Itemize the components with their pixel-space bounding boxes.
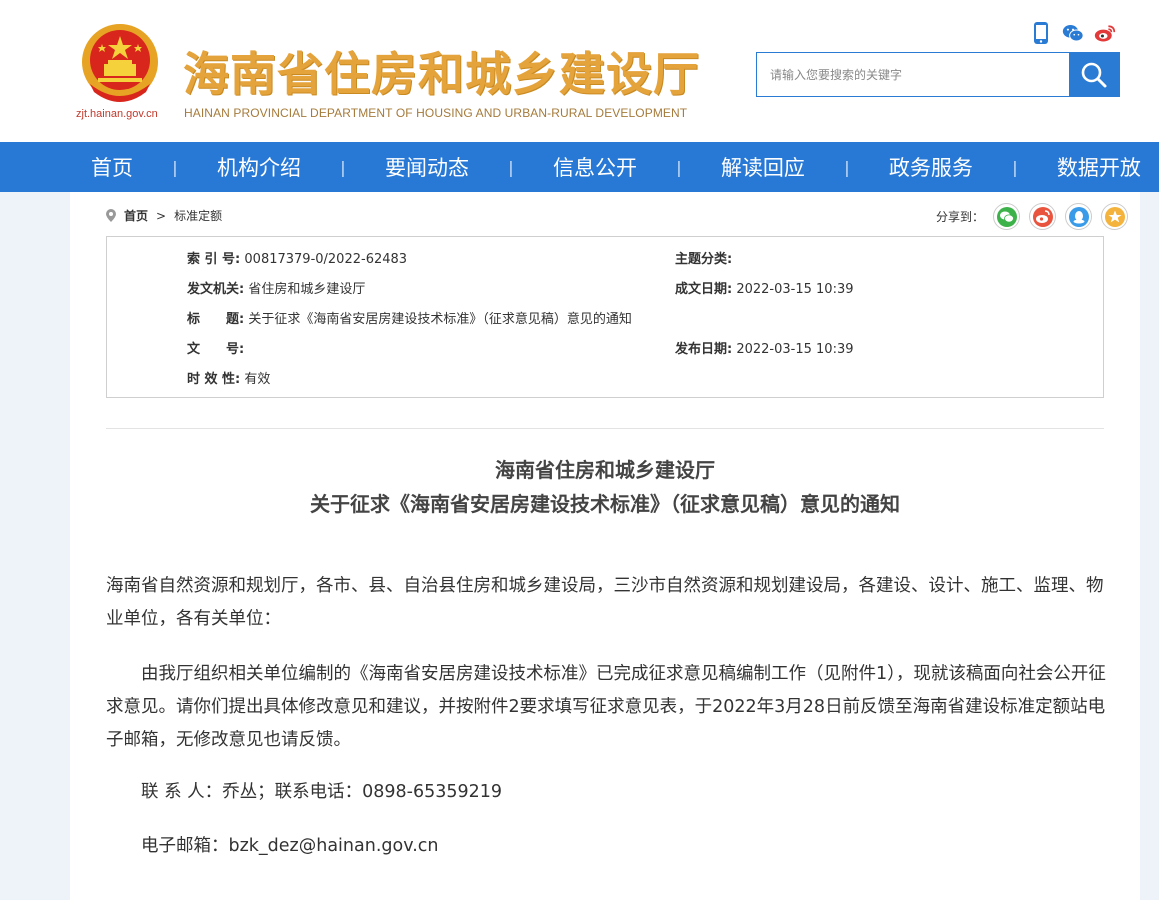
meta-validity-value: 有效 <box>244 372 271 387</box>
nav-item-services[interactable]: 政务服务 <box>889 152 973 182</box>
nav-item-about[interactable]: 机构介绍 <box>217 152 301 182</box>
nav-separator: | <box>508 157 514 177</box>
nav-separator: | <box>172 157 178 177</box>
meta-issuer-value: 省住房和城乡建设厅 <box>248 282 366 297</box>
nav-item-home[interactable]: 首页 <box>91 152 133 182</box>
meta-index: 索 引 号: 00817379-0/2022-62483 <box>187 248 407 267</box>
mobile-icon[interactable] <box>1030 20 1052 46</box>
nav-separator: | <box>676 157 682 177</box>
meta-created-label: 成文日期: <box>675 282 733 297</box>
article-title-issuer: 海南省住房和城乡建设厅 <box>495 458 715 482</box>
meta-title-label: 标 题: <box>187 312 245 327</box>
qq-icon <box>1068 206 1089 227</box>
meta-validity: 时 效 性: 有效 <box>187 368 270 387</box>
breadcrumb-separator: > <box>156 208 167 223</box>
article-title: 关于征求《海南省安居房建设技术标准》（征求意见稿）意见的通知 <box>310 492 900 516</box>
meta-published: 发布日期: 2022-03-15 10:39 <box>675 338 854 357</box>
site-header: zjt.hainan.gov.cn 海南省住房和城乡建设厅 HAINAN PRO… <box>0 0 1159 142</box>
top-icons <box>1030 20 1116 46</box>
meta-published-label: 发布日期: <box>675 342 733 357</box>
search-box <box>756 52 1120 97</box>
breadcrumb: 首页 > 标准定额 <box>106 207 222 224</box>
meta-index-value: 00817379-0/2022-62483 <box>244 252 408 267</box>
meta-title-value: 关于征求《海南省安居房建设技术标准》（征求意见稿）意见的通知 <box>248 312 632 327</box>
nav-item-info-disclosure[interactable]: 信息公开 <box>553 152 637 182</box>
wechat-icon <box>996 206 1017 227</box>
nav-separator: | <box>1012 157 1018 177</box>
share-weibo-button[interactable] <box>1029 203 1056 230</box>
site-logo-title[interactable]: 海南省住房和城乡建设厅 <box>183 38 700 104</box>
weibo-icon[interactable] <box>1094 20 1116 46</box>
search-icon <box>1081 62 1107 87</box>
nav-separator: | <box>844 157 850 177</box>
article-email: 电子邮箱：bzk_dez@hainan.gov.cn <box>141 836 439 856</box>
article-contact: 联 系 人：乔丛；联系电话：0898-65359219 <box>141 782 503 802</box>
meta-title: 标 题: 关于征求《海南省安居房建设技术标准》（征求意见稿）意见的通知 <box>187 308 632 327</box>
site-logo-subtitle: HAINAN PROVINCIAL DEPARTMENT OF HOUSING … <box>184 106 688 120</box>
share-favorite-button[interactable] <box>1101 203 1128 230</box>
search-button[interactable] <box>1069 53 1119 96</box>
favorite-icon <box>1104 206 1125 227</box>
share-qq-button[interactable] <box>1065 203 1092 230</box>
share-wechat-button[interactable] <box>993 203 1020 230</box>
national-emblem-icon <box>82 24 158 102</box>
site-url: zjt.hainan.gov.cn <box>76 108 158 120</box>
meta-created: 成文日期: 2022-03-15 10:39 <box>675 278 854 297</box>
content-card: 首页 > 标准定额 分享到： 索 引 号: 00817379-0/2022-62… <box>70 192 1140 900</box>
search-input[interactable] <box>757 53 1070 96</box>
meta-docno: 文 号: <box>187 338 244 357</box>
location-pin-icon <box>106 209 116 222</box>
article-paragraph-main: 由我厅组织相关单位编制的《海南省安居房建设技术标准》已完成征求意见稿编制工作（见… <box>106 664 1106 750</box>
nav-item-open-data[interactable]: 数据开放 <box>1057 152 1141 182</box>
breadcrumb-home[interactable]: 首页 <box>124 207 148 224</box>
content-divider <box>106 428 1104 429</box>
meta-issuer-label: 发文机关: <box>187 282 245 297</box>
article-paragraph-recipients: 海南省自然资源和规划厅，各市、县、自治县住房和城乡建设局，三沙市自然资源和规划建… <box>106 576 1104 629</box>
meta-validity-label: 时 效 性: <box>187 372 241 387</box>
meta-category-label: 主题分类: <box>675 252 733 267</box>
wechat-icon[interactable] <box>1062 20 1084 46</box>
share-bar: 分享到： <box>936 203 1128 230</box>
meta-issuer: 发文机关: 省住房和城乡建设厅 <box>187 278 365 297</box>
main-nav: 首页 | 机构介绍 | 要闻动态 | 信息公开 | 解读回应 | 政务服务 | … <box>0 142 1159 192</box>
document-meta-table: 索 引 号: 00817379-0/2022-62483 主题分类: 发文机关:… <box>106 236 1104 398</box>
meta-created-value: 2022-03-15 10:39 <box>736 282 854 297</box>
share-label: 分享到： <box>935 210 984 224</box>
nav-item-news[interactable]: 要闻动态 <box>385 152 469 182</box>
meta-published-value: 2022-03-15 10:39 <box>736 342 854 357</box>
meta-index-label: 索 引 号: <box>187 252 241 267</box>
meta-docno-label: 文 号: <box>187 342 245 357</box>
breadcrumb-current[interactable]: 标准定额 <box>174 207 222 224</box>
meta-category: 主题分类: <box>675 248 732 267</box>
weibo-icon <box>1032 206 1053 227</box>
nav-item-interpretation[interactable]: 解读回应 <box>721 152 805 182</box>
nav-separator: | <box>340 157 346 177</box>
